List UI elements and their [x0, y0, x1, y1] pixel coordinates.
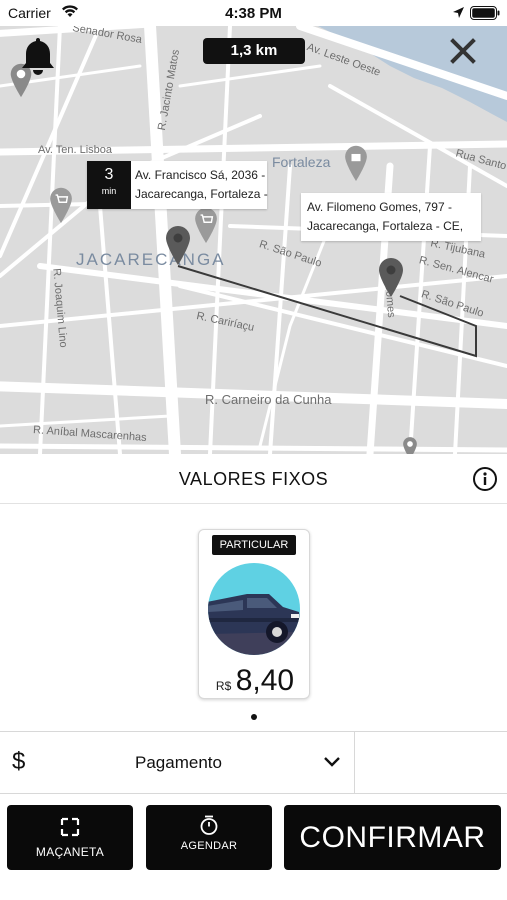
expand-icon [60, 817, 80, 837]
destination-address-line2: Jacarecanga, Fortaleza - CE, [307, 219, 464, 233]
car-icon [208, 563, 300, 655]
location-arrow-icon [453, 7, 464, 18]
distance-badge: 1,3 km [203, 38, 305, 64]
street-label: Av. Ten. Lisboa [38, 144, 112, 156]
origin-callout[interactable]: 3 min Av. Francisco Sá, 2036 - Jacarecan… [87, 161, 268, 209]
destination-address-line1: Av. Filomeno Gomes, 797 - [307, 200, 452, 214]
eta-badge: 3 min [87, 161, 131, 209]
origin-address-line1: Av. Francisco Sá, 2036 - [135, 168, 266, 182]
macaneta-button[interactable]: MAÇANETA [7, 805, 133, 870]
poi-marker-icon [403, 437, 417, 454]
price-currency: R$ [215, 679, 232, 693]
vehicle-option-card[interactable]: PARTICULAR R$ 8,40 [198, 529, 310, 699]
info-icon[interactable] [472, 466, 498, 492]
vehicle-category-tag: PARTICULAR [212, 535, 296, 555]
shopping-bag-icon [345, 145, 367, 182]
battery-icon [470, 6, 500, 20]
eta-unit: min [101, 186, 117, 196]
bell-icon[interactable] [20, 36, 56, 76]
status-bar: Carrier 4:38 PM [0, 0, 507, 26]
payment-method-select[interactable]: Pagamento [135, 753, 222, 773]
macaneta-label: MAÇANETA [35, 845, 105, 859]
close-icon[interactable] [449, 37, 477, 65]
dollar-icon: $ [12, 748, 26, 775]
stopwatch-icon [200, 815, 218, 835]
destination-address: Av. Filomeno Gomes, 797 - Jacarecanga, F… [307, 198, 463, 236]
shopping-cart-icon [195, 207, 217, 244]
vehicle-price: R$ 8,40 [199, 664, 311, 698]
clock: 4:38 PM [225, 5, 282, 22]
origin-address: Av. Francisco Sá, 2036 - Jacarecanga, Fo… [135, 166, 268, 204]
street-label: R. Carneiro da Cunha [205, 392, 332, 407]
shopping-cart-icon [50, 187, 72, 224]
fixed-fares-header: VALORES FIXOS [0, 454, 507, 504]
page-indicator-dot [251, 714, 257, 720]
destination-pin-icon[interactable] [377, 256, 405, 298]
payment-row: $ Pagamento [0, 731, 507, 794]
route-map[interactable]: Senador Rosa R. Jacinto Matos Av. Leste … [0, 26, 507, 454]
price-value: 8,40 [235, 664, 295, 697]
origin-address-line2: Jacarecanga, Fortaleza - [135, 187, 268, 201]
schedule-button[interactable]: AGENDAR [146, 805, 272, 870]
payment-divider [354, 732, 355, 794]
origin-pin-icon[interactable] [164, 224, 192, 266]
city-label: Fortaleza [272, 154, 331, 170]
district-label: JACARECANGA [76, 250, 226, 269]
eta-value: 3 [104, 166, 114, 183]
schedule-label: AGENDAR [180, 840, 238, 852]
confirm-button[interactable]: CONFIRMAR [284, 805, 501, 870]
destination-callout[interactable]: Av. Filomeno Gomes, 797 - Jacarecanga, F… [301, 193, 481, 241]
fixed-fares-title: VALORES FIXOS [178, 469, 329, 489]
chevron-down-icon[interactable] [323, 755, 341, 769]
confirm-label: CONFIRMAR [299, 821, 486, 854]
